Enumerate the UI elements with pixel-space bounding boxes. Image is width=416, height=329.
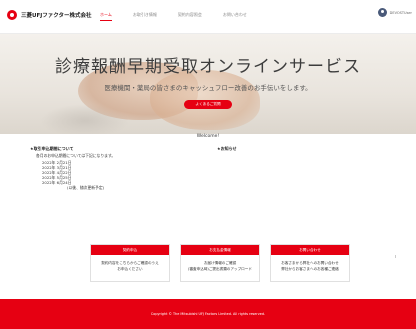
top-navigation-bar: 三菱UFJファクター株式会社 ホーム お取引き情報 契約内容照会 お問い合わせ … (0, 0, 416, 34)
user-menu[interactable]: DEVOSTUser (377, 8, 412, 17)
schedule-section: ★取引申込期間について 各月のお申込期間については下記になります。 2022年 … (30, 146, 180, 190)
main-nav: ホーム お取引き情報 契約内容照会 お問い合わせ (100, 12, 268, 21)
notice-heading: ★お知らせ (217, 146, 237, 151)
mufg-logo-icon (7, 10, 17, 20)
notice-section: ★お知らせ (217, 146, 367, 152)
card-contract-application[interactable]: 契約申込 契約内容をこちらからご確認のうえ お申込ください (90, 244, 170, 282)
card-body: お客さまから弊社へのお問い合わせ 弊社からお客さまへのお各種ご連絡 (271, 255, 349, 272)
card-text: お申込ください (117, 267, 143, 271)
company-logo[interactable]: 三菱UFJファクター株式会社 (7, 10, 92, 20)
schedule-note: (以後、随次更新予定) (67, 185, 105, 190)
hero-banner: 診療報酬早期受取オンラインサービス 医療機関・薬局の皆さまのキャッシュフロー改善… (0, 34, 416, 134)
nav-item-home[interactable]: ホーム (100, 12, 112, 21)
nav-item-transaction-info[interactable]: お取引き情報 (133, 12, 157, 21)
user-name: DEVOSTUser (389, 10, 412, 15)
schedule-heading: ★取引申込期間について (30, 146, 74, 151)
card-title: 契約申込 (91, 245, 169, 255)
welcome-heading: Welcome! (196, 134, 220, 139)
card-payment-info[interactable]: お支払金情報 お届け情報のご確認 (審査申込時)ご提出書類のアップロード (180, 244, 260, 282)
card-text: (審査申込時)ご提出書類のアップロード (188, 267, 252, 271)
card-text: 弊社からお客さまへのお各種ご連絡 (281, 267, 339, 271)
card-title: お支払金情報 (181, 245, 259, 255)
card-body: 契約内容をこちらからご確認のうえ お申込ください (91, 255, 169, 272)
schedule-intro: 各月のお申込期間については下記になります。 (36, 153, 116, 158)
faq-button[interactable]: よくあるご質問 (184, 100, 232, 109)
hero-subtitle: 医療機関・薬局の皆さまのキャッシュフロー改善のお手伝いをします。 (104, 84, 312, 92)
user-avatar-icon (377, 8, 387, 17)
schedule-date-list: 2022年 2月21日 2022年 3月21日 2022年 4月22日 2022… (42, 160, 180, 185)
nav-item-contract-inquiry[interactable]: 契約内容照会 (178, 12, 202, 21)
card-body: お届け情報のご確認 (審査申込時)ご提出書類のアップロード (181, 255, 259, 272)
scrollbar-thumb[interactable] (395, 255, 396, 258)
card-contact[interactable]: お問い合わせ お客さまから弊社へのお問い合わせ 弊社からお客さまへのお各種ご連絡 (270, 244, 350, 282)
hero-title: 診療報酬早期受取オンラインサービス (55, 57, 361, 77)
copyright-text: Copyright © The Mitsubishi UFJ Factors L… (150, 312, 266, 316)
company-name: 三菱UFJファクター株式会社 (21, 13, 92, 19)
nav-item-contact[interactable]: お問い合わせ (223, 12, 247, 21)
footer: Copyright © The Mitsubishi UFJ Factors L… (0, 299, 416, 329)
card-title: お問い合わせ (271, 245, 349, 255)
